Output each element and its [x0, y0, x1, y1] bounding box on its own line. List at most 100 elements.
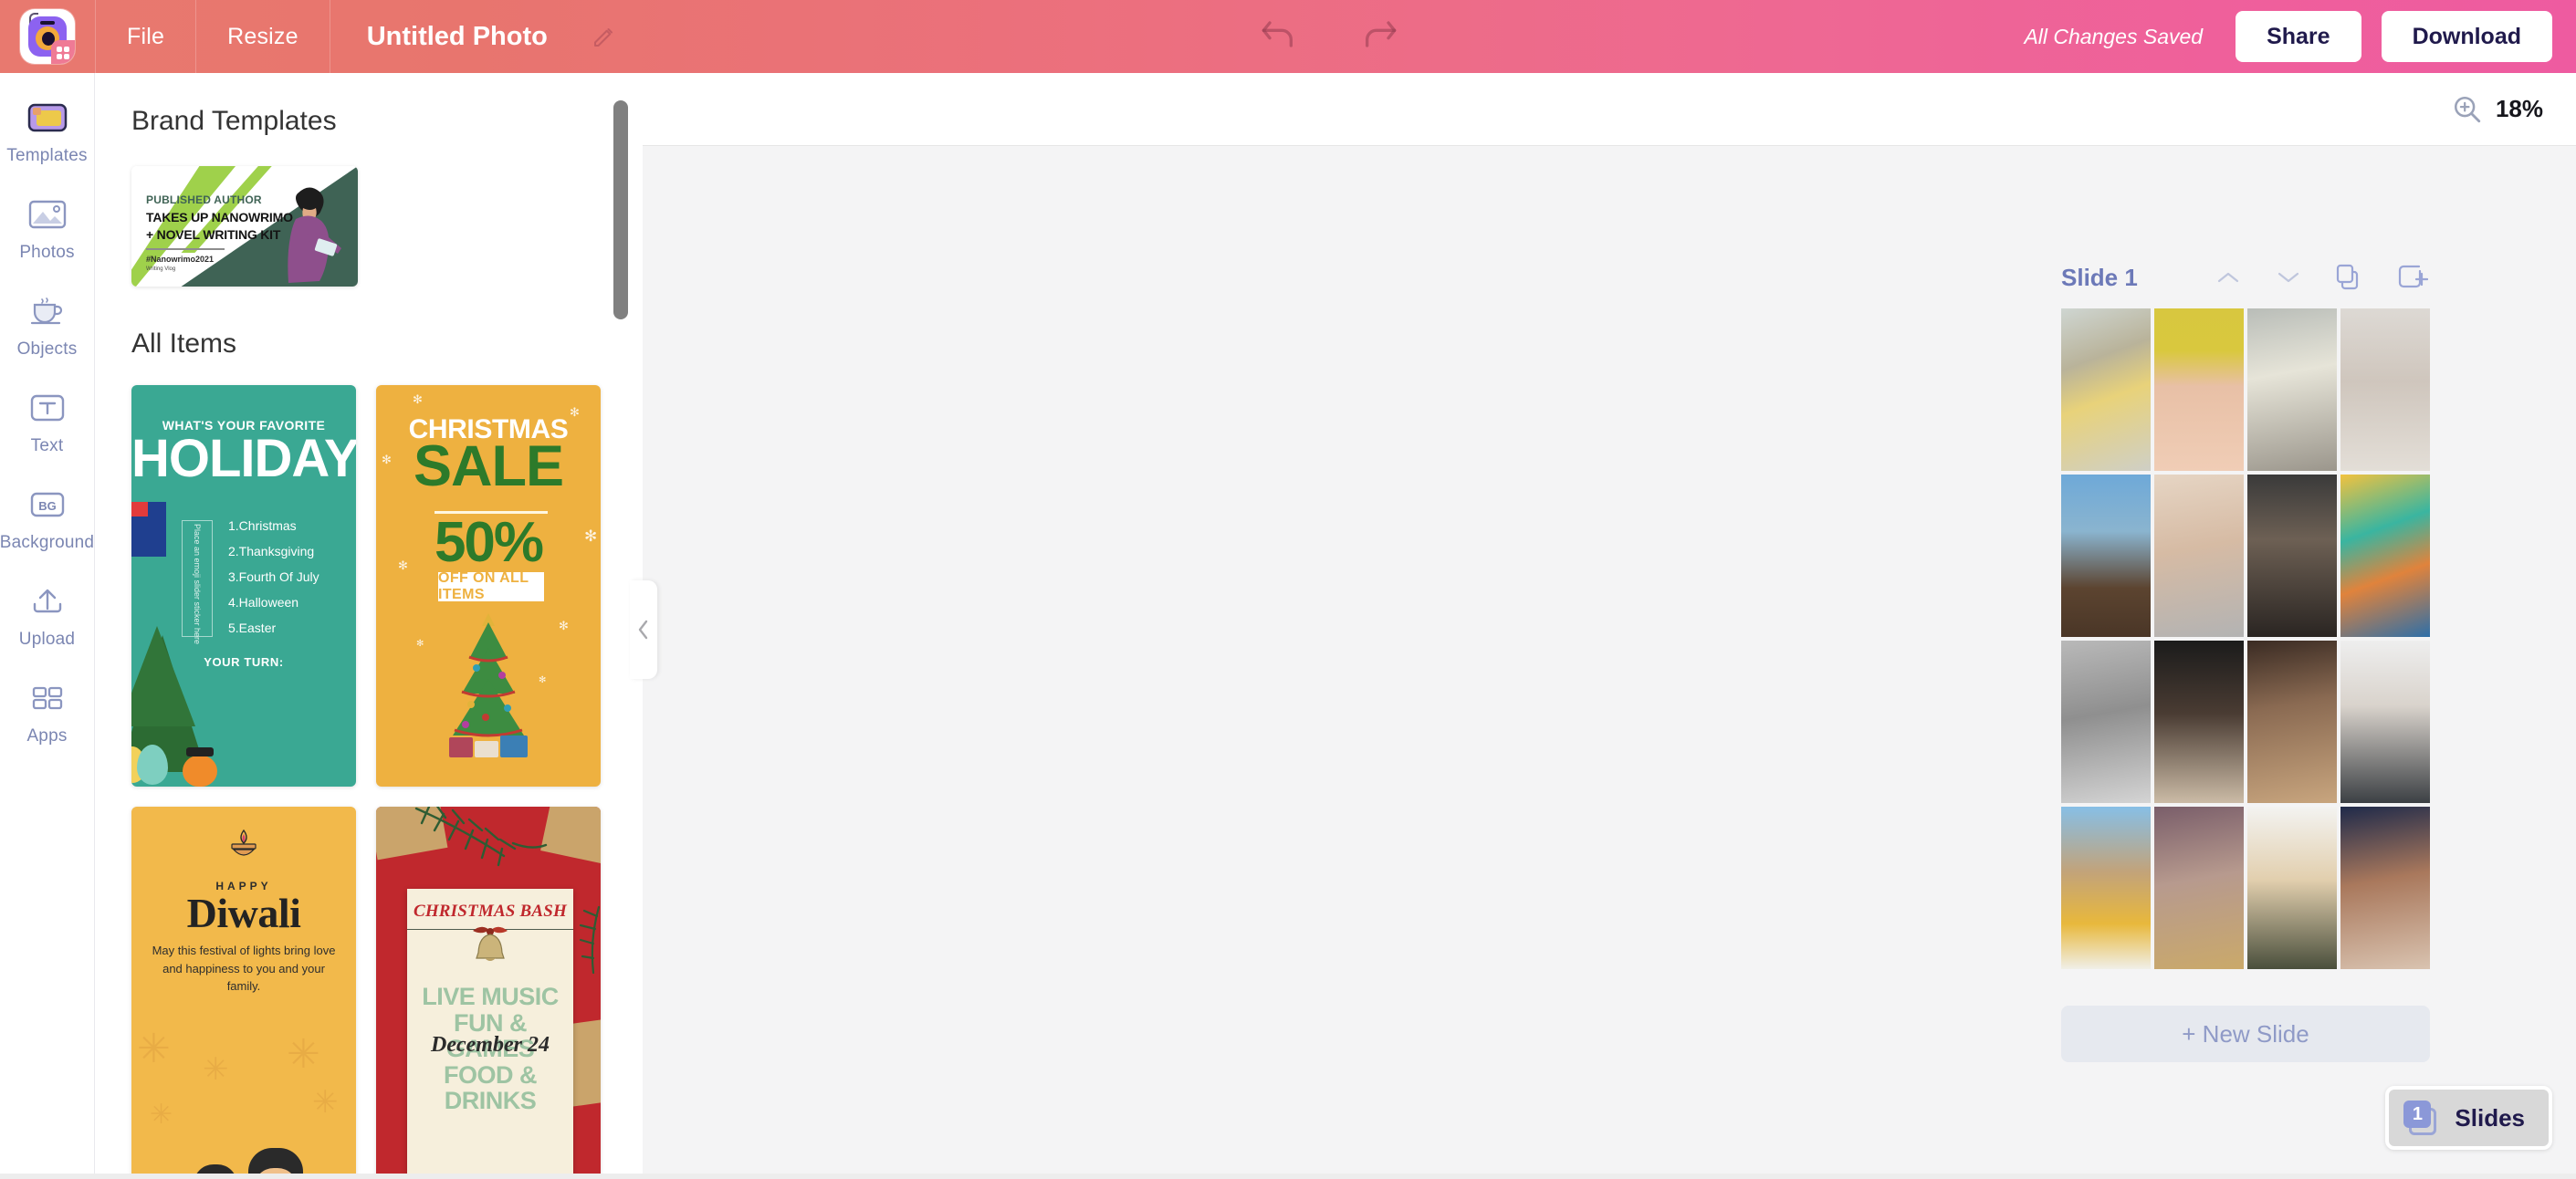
holiday-title: HOLIDAY — [131, 429, 356, 488]
holiday-list: 1.Christmas 2.Thanksgiving 3.Fourth Of J… — [228, 518, 319, 646]
sidebar-item-label: Text — [30, 436, 64, 455]
left-rail: Templates Photos Objects Text BG Backgro… — [0, 73, 95, 1179]
photo-2[interactable] — [2154, 308, 2244, 471]
photo-1[interactable] — [2061, 308, 2151, 471]
objects-icon — [30, 297, 62, 325]
save-status: All Changes Saved — [2024, 24, 2204, 48]
add-frame-icon — [2398, 265, 2428, 288]
upload-icon — [33, 589, 61, 613]
slides-count: 1 — [2403, 1101, 2432, 1128]
photo-7[interactable] — [2247, 475, 2337, 637]
photo-3[interactable] — [2247, 308, 2337, 471]
sidebar-item-templates[interactable]: Templates — [0, 97, 95, 166]
slide-container: Slide 1 + New Slide — [2061, 256, 2430, 1062]
apps-icon — [32, 686, 62, 710]
sidebar-item-apps[interactable]: Apps — [0, 677, 95, 746]
chevron-down-icon — [2278, 272, 2299, 283]
pumpkin-decoration — [183, 747, 217, 787]
edit-title-button[interactable] — [575, 0, 634, 73]
background-icon: BG — [30, 492, 64, 517]
move-slide-down-button[interactable] — [2275, 268, 2302, 287]
holiday-footer: YOUR TURN: — [204, 655, 284, 669]
slide-label: Slide 1 — [2061, 263, 2138, 291]
top-bar: File Resize Untitled Photo All Changes S… — [0, 0, 2576, 73]
emoji-slider-placeholder: Place an emoji slider sticker here — [182, 520, 213, 645]
diya-lamp-icon — [231, 829, 257, 856]
slides-indicator[interactable]: 1 Slides — [2385, 1086, 2552, 1150]
collapse-panel-button[interactable] — [630, 580, 657, 679]
pine-branch-decoration — [414, 807, 548, 867]
sidebar-item-upload[interactable]: Upload — [0, 580, 95, 650]
brand-templates-heading: Brand Templates — [131, 106, 337, 136]
app-logo-button[interactable] — [0, 0, 95, 73]
panel-scrollbar-thumb[interactable] — [613, 100, 628, 319]
sidebar-item-label: Templates — [6, 146, 88, 165]
document-title[interactable]: Untitled Photo — [330, 0, 575, 73]
duplicate-slide-button[interactable] — [2335, 263, 2364, 292]
sidebar-item-photos[interactable]: Photos — [0, 193, 95, 263]
copy-icon — [2336, 264, 2359, 290]
slides-count-icon: 1 — [2403, 1101, 2438, 1135]
template-card-christmas-sale[interactable]: ✻ ✻ ✻ ✻ ✻ ✻ ✻ ✻ CHRISTMAS SALE 50% OFF O… — [376, 385, 601, 787]
add-slide-button[interactable] — [2397, 263, 2428, 292]
photo-12[interactable] — [2340, 641, 2430, 803]
photos-icon — [28, 200, 66, 229]
new-slide-button[interactable]: + New Slide — [2061, 1006, 2430, 1062]
bash-title: CHRISTMAS BASH — [413, 902, 568, 921]
sale-badge: OFF ON ALL ITEMS — [438, 570, 544, 602]
zoom-control[interactable]: 18% — [2452, 94, 2576, 125]
photo-6[interactable] — [2154, 475, 2244, 637]
template-grid: WHAT'S YOUR FAVORITE HOLIDAY Place an em… — [131, 385, 606, 1179]
zoom-in-icon — [2454, 96, 2481, 122]
photo-collage[interactable] — [2061, 308, 2430, 969]
photo-5[interactable] — [2061, 475, 2151, 637]
list-item: 1.Christmas — [228, 518, 297, 533]
redo-button[interactable] — [1352, 11, 1407, 62]
sparkle-icon: ✳ — [137, 1027, 171, 1071]
photo-13[interactable] — [2061, 807, 2151, 969]
undo-button[interactable] — [1251, 11, 1306, 62]
sparkle-icon: ✳ — [312, 1085, 339, 1120]
snowflake-icon: ✻ — [416, 639, 424, 649]
sidebar-item-text[interactable]: Text — [0, 387, 95, 456]
canvas-area: Slide 1 + New Slide 1 Slides — [643, 146, 2576, 1179]
sidebar-item-background[interactable]: BG Background — [0, 484, 95, 553]
download-button[interactable]: Download — [2381, 11, 2552, 62]
photo-11[interactable] — [2247, 641, 2337, 803]
photo-8[interactable] — [2340, 475, 2430, 637]
list-item: 4.Halloween — [228, 595, 299, 610]
bash-date: December 24 — [431, 1033, 550, 1057]
diwali-title: Diwali — [186, 890, 301, 936]
chevron-up-icon — [2217, 272, 2239, 283]
template-card-diwali[interactable]: ✳ ✳ ✳ ✳ ✳ HAPPY Diwali May this festival… — [131, 807, 356, 1179]
photo-4[interactable] — [2340, 308, 2430, 471]
brand-template-card[interactable]: PUBLISHED AUTHOR TAKES UP NANOWRIMO + NO… — [131, 166, 358, 287]
template-card-holiday[interactable]: WHAT'S YOUR FAVORITE HOLIDAY Place an em… — [131, 385, 356, 787]
brand-card-sub: Writing Vlog — [146, 266, 176, 272]
brand-card-line3: + NOVEL WRITING KIT — [146, 227, 281, 242]
sale-line2: SALE — [413, 434, 564, 498]
menu-resize[interactable]: Resize — [196, 0, 330, 73]
sparkle-icon: ✳ — [203, 1052, 229, 1087]
photo-editor-logo-icon — [20, 9, 75, 64]
photo-14[interactable] — [2154, 807, 2244, 969]
brand-card-line1: PUBLISHED AUTHOR — [146, 193, 262, 206]
photo-16[interactable] — [2340, 807, 2430, 969]
photo-15[interactable] — [2247, 807, 2337, 969]
menu-file[interactable]: File — [96, 0, 195, 73]
bash-line: LIVE MUSIC — [422, 983, 559, 1010]
templates-panel: Brand Templates PUBLISHED AUTHOR TAKES U… — [95, 73, 643, 1179]
move-slide-up-button[interactable] — [2215, 268, 2242, 287]
photo-9[interactable] — [2061, 641, 2151, 803]
templates-icon — [27, 103, 67, 132]
svg-text:BG: BG — [38, 499, 57, 513]
photo-10[interactable] — [2154, 641, 2244, 803]
snowflake-icon: ✻ — [559, 619, 569, 632]
sidebar-item-objects[interactable]: Objects — [0, 290, 95, 360]
flag-decoration — [131, 502, 166, 557]
sidebar-item-label: Objects — [16, 339, 78, 359]
emoji-slider-hint: Place an emoji slider sticker here — [193, 524, 202, 645]
bash-line: FOOD & DRINKS — [444, 1060, 538, 1115]
share-button[interactable]: Share — [2236, 11, 2361, 62]
template-card-christmas-bash[interactable]: CHRISTMAS BASH LIVE MUSIC FUN & GAMES FO… — [376, 807, 601, 1179]
